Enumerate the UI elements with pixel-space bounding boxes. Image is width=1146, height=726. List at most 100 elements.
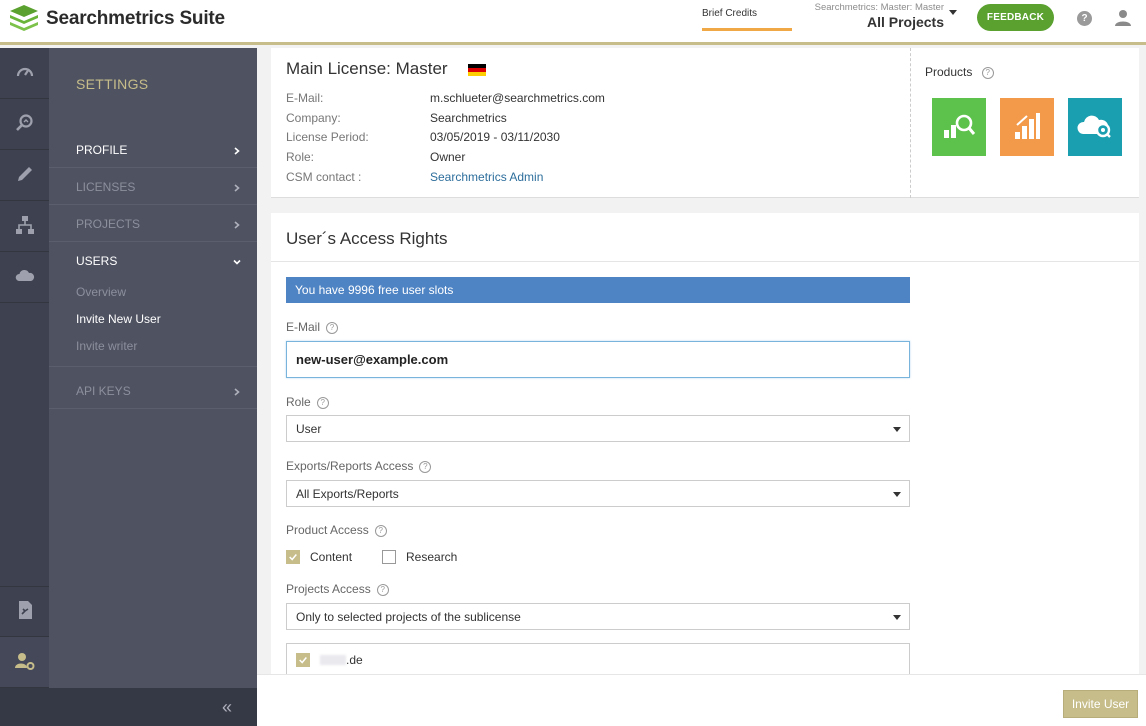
brief-credits-indicator: [702, 28, 792, 31]
project-checkbox[interactable]: .de: [296, 653, 363, 667]
projects-access-label-text: Projects Access: [286, 582, 371, 596]
structure-icon: [15, 215, 35, 238]
license-value: Searchmetrics: [430, 111, 507, 125]
license-value: 03/05/2019 - 03/11/2030: [430, 130, 560, 144]
rail-content[interactable]: [0, 150, 49, 201]
nav-label: API KEYS: [76, 384, 131, 398]
products-label: Products ?: [925, 65, 994, 79]
rail-structure[interactable]: [0, 201, 49, 252]
brief-credits-tab[interactable]: Brief Credits: [702, 8, 792, 19]
help-icon[interactable]: ?: [326, 321, 339, 334]
license-label: License Period:: [286, 130, 369, 144]
email-field[interactable]: [286, 341, 910, 378]
access-rights-title: User´s Access Rights: [286, 229, 448, 248]
rail-reports[interactable]: [0, 586, 49, 637]
project-context: Searchmetrics: Master: Master: [814, 2, 944, 13]
csm-contact-link[interactable]: Searchmetrics Admin: [430, 170, 543, 184]
icon-rail: [0, 48, 49, 726]
projects-access-label: Projects Access?: [286, 582, 389, 596]
exports-label-text: Exports/Reports Access: [286, 459, 414, 473]
product-checkbox-content[interactable]: Content: [286, 550, 352, 564]
settings-panel: SETTINGS PROFILE LICENSES PROJECTS USERS…: [49, 48, 257, 688]
rail-dashboard[interactable]: [0, 48, 49, 99]
nav-item-profile[interactable]: PROFILE: [49, 131, 257, 168]
sub-item-invite-writer[interactable]: Invite writer: [76, 339, 137, 353]
help-icon[interactable]: ?: [1077, 11, 1092, 26]
invite-user-button[interactable]: Invite User: [1063, 690, 1138, 718]
sub-item-invite-new-user[interactable]: Invite New User: [76, 312, 161, 326]
feedback-button[interactable]: FEEDBACK: [977, 4, 1054, 31]
email-label: E-Mail?: [286, 320, 339, 334]
nav-label: PROJECTS: [76, 217, 141, 231]
product-content-tile[interactable]: [1000, 98, 1054, 156]
help-icon[interactable]: ?: [419, 460, 432, 473]
product-research-tile[interactable]: [932, 98, 986, 156]
rail-cloud[interactable]: [0, 252, 49, 303]
nav-item-projects[interactable]: PROJECTS: [49, 205, 257, 242]
help-icon[interactable]: ?: [981, 66, 994, 79]
license-value: Owner: [430, 150, 466, 164]
rail-user-settings[interactable]: [0, 637, 49, 688]
free-slots-banner: You have 9996 free user slots: [286, 277, 910, 303]
sub-item-overview[interactable]: Overview: [76, 285, 126, 299]
projects-access-value: Only to selected projects of the sublice…: [296, 610, 521, 624]
checkbox-unchecked-icon[interactable]: [382, 550, 396, 564]
chevron-down-icon[interactable]: [949, 10, 957, 15]
help-icon[interactable]: ?: [316, 396, 329, 409]
nav-divider: [49, 366, 257, 367]
exports-select[interactable]: All Exports/Reports: [286, 480, 910, 507]
reports-icon: [15, 600, 35, 623]
help-icon[interactable]: ?: [376, 583, 389, 596]
nav-item-licenses[interactable]: LICENSES: [49, 168, 257, 205]
chevron-down-icon: [893, 492, 901, 497]
chevron-right-icon: [233, 144, 241, 155]
license-label: E-Mail:: [286, 91, 324, 105]
nav-label: LICENSES: [76, 180, 136, 194]
exports-select-value: All Exports/Reports: [296, 487, 399, 501]
email-label-text: E-Mail: [286, 320, 321, 334]
app-logo[interactable]: Searchmetrics Suite: [8, 3, 225, 34]
project-name: .de: [346, 653, 363, 667]
content-product-icon: [1009, 108, 1045, 147]
checkbox-checked-icon[interactable]: [296, 653, 310, 667]
license-value: m.schlueter@searchmetrics.com: [430, 91, 605, 105]
divider: [271, 261, 1139, 262]
chevron-down-icon: [233, 255, 241, 265]
research-icon: [15, 113, 35, 136]
help-icon[interactable]: ?: [374, 524, 387, 537]
projects-access-select[interactable]: Only to selected projects of the sublice…: [286, 603, 910, 630]
nav-item-users[interactable]: USERS: [49, 242, 257, 279]
nav-label: PROFILE: [76, 143, 128, 157]
role-label: Role?: [286, 395, 329, 409]
content-icon: [15, 164, 35, 187]
redacted-text: [320, 655, 346, 665]
exports-label: Exports/Reports Access?: [286, 459, 432, 473]
product-checkbox-research[interactable]: Research: [382, 550, 457, 564]
sidebar-footer: «: [0, 688, 257, 726]
license-title: Main License: Master: [286, 59, 448, 78]
project-selector[interactable]: Searchmetrics: Master: Master All Projec…: [806, 2, 944, 30]
cloud-icon: [15, 266, 35, 289]
role-select[interactable]: User: [286, 415, 910, 442]
access-rights-card: User´s Access Rights You have 9996 free …: [271, 213, 1139, 674]
chevron-right-icon: [233, 385, 241, 396]
user-account-icon[interactable]: [1114, 9, 1132, 27]
checkbox-checked-icon[interactable]: [286, 550, 300, 564]
product-cloud-tile[interactable]: [1068, 98, 1122, 156]
user-settings-icon: [14, 651, 35, 674]
divider: [910, 48, 911, 198]
license-label: Role:: [286, 150, 315, 164]
action-footer: Invite User: [257, 674, 1146, 726]
license-label: CSM contact :: [286, 170, 362, 184]
settings-title: SETTINGS: [76, 76, 149, 92]
dashboard-icon: [15, 62, 35, 85]
rail-research[interactable]: [0, 99, 49, 150]
product-access-label: Product Access?: [286, 523, 387, 537]
checkbox-label: Content: [310, 550, 353, 564]
products-label-text: Products: [925, 65, 973, 79]
nav-item-api-keys[interactable]: API KEYS: [49, 372, 257, 409]
searchmetrics-logo-icon: [8, 3, 41, 34]
main-content: Main License: Master E-Mail: m.schlueter…: [257, 48, 1146, 674]
role-select-value: User: [296, 422, 322, 436]
collapse-sidebar-icon[interactable]: «: [222, 698, 232, 716]
